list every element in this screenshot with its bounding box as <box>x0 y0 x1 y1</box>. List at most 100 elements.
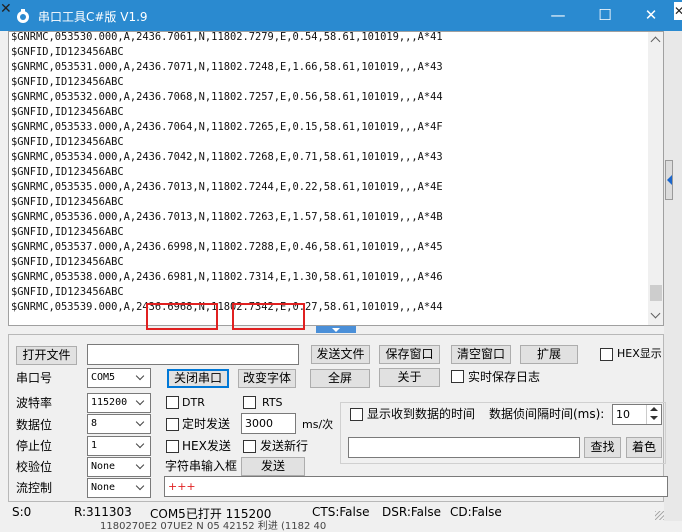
maximize-icon: ☐ <box>598 6 612 24</box>
receive-line: $GNFID,ID123456ABC <box>11 106 124 118</box>
baud-label: 波特率 <box>16 396 53 410</box>
receive-line: $GNFID,ID123456ABC <box>11 166 124 178</box>
receive-line: $GNRMC,053531.000,A,2436.7071,N,11802.72… <box>11 61 443 73</box>
realtime-save-checkbox[interactable] <box>451 370 464 383</box>
receive-line: $GNRMC,053539.000,A,2436.6968,N,11802.73… <box>11 301 443 313</box>
stop-bits-value: 1 <box>91 440 98 451</box>
panel-splitter[interactable] <box>316 326 356 333</box>
port-value: COM5 <box>91 372 116 383</box>
flow-control-value: None <box>91 482 116 493</box>
port-select[interactable]: COM5 <box>87 368 151 388</box>
realtime-save-label: 实时保存日志 <box>468 370 541 384</box>
chevron-down-icon <box>134 415 148 433</box>
scroll-down-button[interactable] <box>648 308 663 323</box>
timed-send-checkbox[interactable] <box>166 418 179 431</box>
file-path-input[interactable] <box>87 344 299 365</box>
hex-send-label: HEX发送 <box>182 439 231 453</box>
stop-bits-label: 停止位 <box>16 439 53 453</box>
dsr-status: DSR:False <box>382 505 441 519</box>
change-font-button[interactable]: 改变字体 <box>238 369 296 388</box>
search-button[interactable]: 查找 <box>584 437 621 458</box>
receive-line: $GNFID,ID123456ABC <box>11 76 124 88</box>
close-button[interactable]: ✕ <box>628 0 674 31</box>
show-time-checkbox[interactable] <box>350 408 363 421</box>
receive-line: $GNRMC,053537.000,A,2436.6998,N,11802.72… <box>11 241 443 253</box>
receive-line: $GNFID,ID123456ABC <box>11 46 124 58</box>
timed-send-label: 定时发送 <box>182 417 231 431</box>
chevron-down-icon <box>134 394 148 412</box>
receive-scrollbar[interactable] <box>648 32 663 325</box>
search-input[interactable] <box>348 437 580 458</box>
app-window: 串口工具C#版 V1.9 — ☐ ✕ ✕ ✕ $GNRMC,053530.000… <box>0 0 682 532</box>
send-button[interactable]: 发送 <box>241 457 305 476</box>
show-time-label: 显示收到数据的时间 <box>367 407 476 421</box>
send-newline-checkbox[interactable] <box>243 440 256 453</box>
clear-window-button[interactable]: 清空窗口 <box>451 345 511 364</box>
expand-button[interactable]: 扩展 <box>520 345 578 364</box>
spin-down-icon <box>650 416 658 420</box>
flow-control-label: 流控制 <box>16 481 53 495</box>
background-close-icon: ✕ <box>0 1 12 17</box>
parity-select[interactable]: None <box>87 457 151 477</box>
background-text: 1180270E2 07UE2 N 05 42152 利进 (1182 40 <box>100 521 327 532</box>
send-file-button[interactable]: 发送文件 <box>311 345 370 364</box>
frame-interval-spinner[interactable]: 10 <box>612 404 662 425</box>
receive-line: $GNFID,ID123456ABC <box>11 256 124 268</box>
frame-interval-label: 数据侦间隔时间(ms): <box>489 407 605 421</box>
chevron-down-icon <box>650 308 661 319</box>
baud-select[interactable]: 115200 <box>87 393 151 413</box>
longitude-highlight-box <box>232 303 305 330</box>
chevron-down-icon <box>134 479 148 497</box>
hex-send-checkbox[interactable] <box>166 440 179 453</box>
side-collapse-icon[interactable] <box>665 160 673 200</box>
latitude-highlight-box <box>146 303 218 330</box>
frame-interval-value: 10 <box>616 408 630 421</box>
close-port-button[interactable]: 关闭串口 <box>167 369 229 388</box>
spin-up-icon <box>650 407 658 411</box>
receive-line: $GNFID,ID123456ABC <box>11 226 124 238</box>
receive-line: $GNFID,ID123456ABC <box>11 196 124 208</box>
receive-line: $GNFID,ID123456ABC <box>11 286 124 298</box>
about-button[interactable]: 关于 <box>379 368 440 387</box>
receive-area[interactable]: $GNRMC,053530.000,A,2436.7061,N,11802.72… <box>8 31 664 326</box>
sent-count: S:0 <box>12 505 32 519</box>
string-input-label: 字符串输入框 <box>165 459 238 473</box>
send-text-input[interactable]: +++ <box>164 476 668 497</box>
data-bits-label: 数据位 <box>16 418 53 432</box>
rts-checkbox[interactable] <box>243 396 256 409</box>
parity-value: None <box>91 461 116 472</box>
dtr-checkbox[interactable] <box>166 396 179 409</box>
status-bar: S:0 R:311303 COM5已打开 115200 CTS:False DS… <box>0 503 664 522</box>
background-close-icon-right: ✕ <box>674 2 682 20</box>
side-strip <box>664 31 682 521</box>
fullscreen-button[interactable]: 全屏 <box>310 369 370 388</box>
hex-display-label: HEX显示 <box>617 347 662 360</box>
interval-input[interactable]: 3000 <box>241 413 296 434</box>
flow-control-select[interactable]: None <box>87 478 151 498</box>
minimize-button[interactable]: — <box>535 0 581 31</box>
hex-display-checkbox[interactable] <box>600 348 613 361</box>
chevron-down-icon <box>134 458 148 476</box>
scroll-thumb[interactable] <box>650 285 662 301</box>
receive-line: $GNRMC,053538.000,A,2436.6981,N,11802.73… <box>11 271 443 283</box>
received-count: R:311303 <box>74 505 132 519</box>
receive-line: $GNRMC,053535.000,A,2436.7013,N,11802.72… <box>11 181 443 193</box>
scroll-up-button[interactable] <box>648 34 663 48</box>
receive-line: $GNRMC,053536.000,A,2436.7013,N,11802.72… <box>11 211 443 223</box>
receive-line: $GNRMC,053534.000,A,2436.7042,N,11802.72… <box>11 151 443 163</box>
maximize-button[interactable]: ☐ <box>582 0 628 31</box>
data-bits-value: 8 <box>91 418 98 429</box>
color-button[interactable]: 着色 <box>626 437 662 458</box>
save-window-button[interactable]: 保存窗口 <box>379 345 440 364</box>
data-bits-select[interactable]: 8 <box>87 414 151 434</box>
app-icon <box>17 9 29 23</box>
open-file-button[interactable]: 打开文件 <box>16 346 77 365</box>
interval-unit-label: ms/次 <box>302 418 334 431</box>
resize-grip[interactable] <box>655 511 664 520</box>
spinner-buttons[interactable] <box>646 405 661 424</box>
minimize-icon: — <box>550 6 566 24</box>
send-newline-label: 发送新行 <box>260 439 309 453</box>
dtr-label: DTR <box>182 396 205 409</box>
receive-line: $GNRMC,053530.000,A,2436.7061,N,11802.72… <box>11 31 443 43</box>
stop-bits-select[interactable]: 1 <box>87 436 151 456</box>
